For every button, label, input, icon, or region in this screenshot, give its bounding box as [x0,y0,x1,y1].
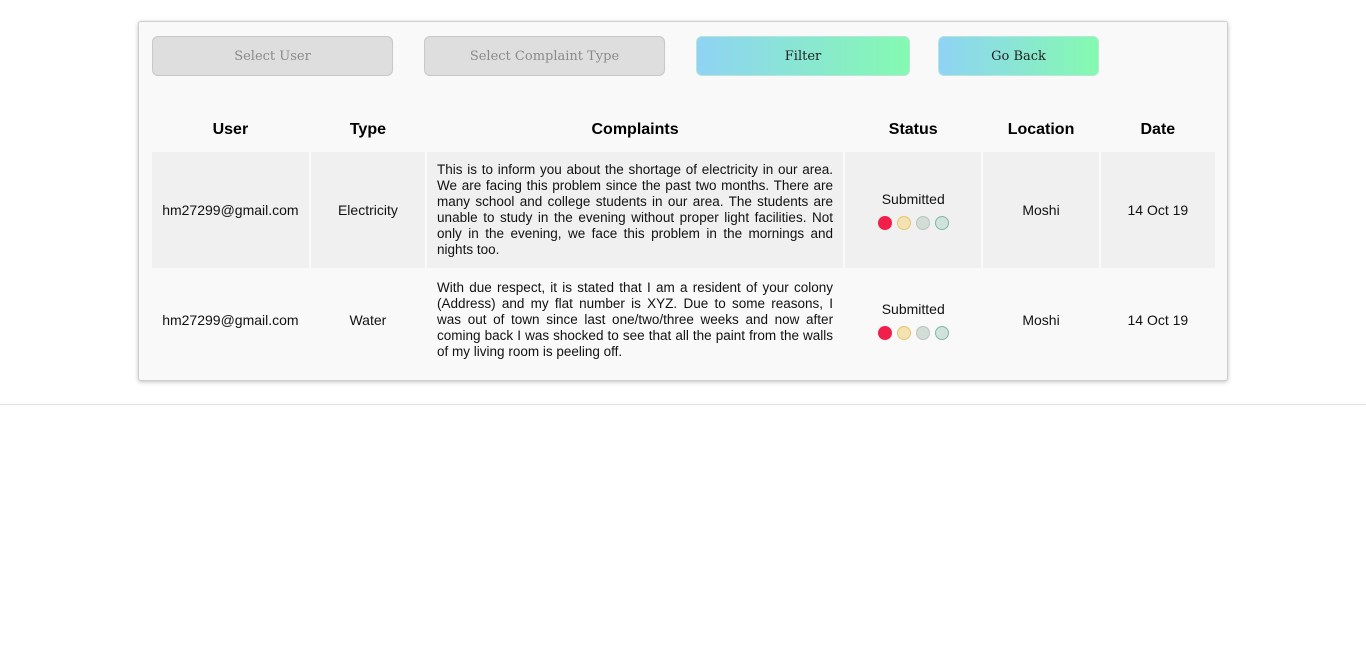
status-dot-stage4-icon [934,215,949,230]
header-location: Location [1007,121,1075,138]
status-dot-stage3-icon [915,215,930,230]
status-label: Submitted [881,300,945,317]
status-progress [855,215,971,230]
page-divider [0,404,1366,405]
status-dot-stage2-icon [896,325,911,340]
filter-button[interactable]: Filter [696,36,910,76]
status-progress [855,325,971,340]
status-dot-submitted-icon [877,325,892,340]
status-dot-stage4-icon [934,325,949,340]
cell-date: 14 Oct 19 [1100,152,1215,268]
cell-complaint: With due respect, it is stated that I am… [427,268,844,372]
cell-status: Submitted [845,152,982,268]
complaints-panel: Select User Select Complaint Type Filter… [138,21,1228,381]
cell-user: hm27299@gmail.com [152,268,309,372]
cell-type: Water [310,268,426,372]
status-dot-submitted-icon [877,215,892,230]
header-complaints: Complaints [591,121,679,138]
cell-date: 14 Oct 19 [1100,268,1215,372]
cell-location: Moshi [983,268,1099,372]
cell-location: Moshi [983,152,1099,268]
complaints-table: User Type Complaints Status Location Dat… [150,108,1217,372]
status-label: Submitted [881,190,945,207]
status-dot-stage3-icon [915,325,930,340]
header-status: Status [888,121,938,138]
header-type: Type [349,121,386,138]
cell-status: Submitted [845,268,982,372]
select-user-dropdown[interactable]: Select User [152,36,393,76]
cell-user: hm27299@gmail.com [152,152,309,268]
header-date: Date [1140,121,1176,138]
go-back-button[interactable]: Go Back [938,36,1099,76]
table-header-row: User Type Complaints Status Location Dat… [152,108,1215,152]
table-row: hm27299@gmail.com Electricity This is to… [152,152,1215,268]
cell-complaint: This is to inform you about the shortage… [427,152,844,268]
table-row: hm27299@gmail.com Water With due respect… [152,268,1215,372]
header-user: User [212,121,249,138]
select-complaint-type-dropdown[interactable]: Select Complaint Type [424,36,665,76]
cell-type: Electricity [310,152,426,268]
status-dot-stage2-icon [896,215,911,230]
